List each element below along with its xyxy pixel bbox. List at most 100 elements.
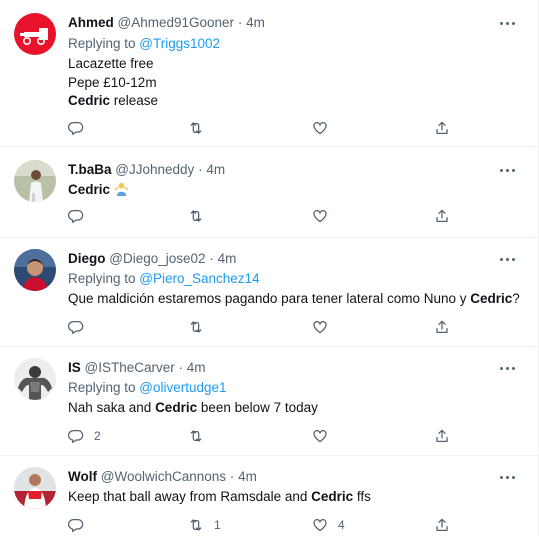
tweet-text: Keep that ball away from Ramsdale and Ce…	[68, 488, 519, 507]
tweet-header: Wolf @WoolwichCannons · 4m	[68, 468, 499, 486]
retweet-icon	[188, 428, 204, 444]
tweet-card[interactable]: IS @ISTheCarver · 4m Replying to @oliver…	[0, 347, 539, 456]
share-icon	[434, 120, 450, 136]
tweet-text: Que maldición estaremos pagando para ten…	[68, 290, 531, 309]
retweet-button[interactable]: 1	[188, 516, 221, 534]
tweet-header: IS @ISTheCarver · 4m	[68, 359, 499, 377]
share-button[interactable]	[434, 516, 450, 534]
reply-button[interactable]	[68, 516, 94, 534]
like-button[interactable]	[312, 207, 338, 225]
tweet-card[interactable]: T.baBa @JJohneddy · 4m Cedric	[0, 147, 539, 238]
share-button[interactable]	[434, 119, 450, 137]
heart-icon	[312, 208, 328, 224]
reply-button[interactable]: 2	[68, 427, 101, 445]
retweet-icon	[188, 120, 204, 136]
mention-link[interactable]: @Triggs1002	[139, 36, 220, 51]
timestamp[interactable]: 4m	[187, 360, 206, 375]
timestamp[interactable]: 4m	[238, 469, 257, 484]
like-button[interactable]	[312, 119, 338, 137]
separator-dot: ·	[229, 469, 235, 484]
highlight-keyword: Cedric	[311, 489, 354, 504]
display-name[interactable]: Ahmed	[68, 15, 114, 30]
avatar[interactable]	[14, 13, 56, 55]
tweet-card[interactable]: Wolf @WoolwichCannons · 4m Keep that bal…	[0, 456, 539, 536]
tweet-line: Que maldición estaremos pagando para ten…	[68, 290, 531, 309]
timestamp[interactable]: 4m	[246, 15, 265, 30]
replying-to-label: Replying to	[68, 380, 140, 395]
retweet-button[interactable]	[188, 318, 214, 336]
person-shrugging-emoji	[114, 181, 129, 202]
user-handle[interactable]: @Ahmed91Gooner	[118, 15, 235, 30]
tweet-line: Nah saka and Cedric been below 7 today	[68, 399, 519, 418]
action-bar	[68, 207, 458, 225]
user-handle[interactable]: @ISTheCarver	[85, 360, 175, 375]
more-icon[interactable]	[497, 250, 517, 268]
user-handle[interactable]: @WoolwichCannons	[101, 469, 226, 484]
tweet-card[interactable]: Ahmed @Ahmed91Gooner · 4m Replying to @T…	[0, 0, 539, 147]
avatar[interactable]	[14, 358, 56, 400]
avatar[interactable]	[14, 160, 56, 202]
user-handle[interactable]: @Diego_jose02	[109, 251, 205, 266]
mention-link[interactable]: @Piero_Sanchez14	[139, 271, 259, 286]
retweet-button[interactable]	[188, 119, 214, 137]
retweet-button[interactable]	[188, 207, 214, 225]
reply-button[interactable]	[68, 318, 94, 336]
share-icon	[434, 208, 450, 224]
separator-dot: ·	[237, 15, 243, 30]
replying-to-label: Replying to	[68, 36, 140, 51]
more-icon[interactable]	[497, 359, 517, 377]
separator-dot: ·	[209, 251, 214, 266]
avatar[interactable]	[14, 467, 56, 509]
text-span: Pepe £10-12m	[68, 74, 157, 90]
reply-icon	[68, 120, 84, 136]
reply-icon	[68, 319, 84, 335]
mention-link[interactable]: @olivertudge1	[139, 380, 226, 395]
display-name[interactable]: IS	[68, 360, 81, 375]
retweet-button[interactable]	[188, 427, 214, 445]
heart-icon	[312, 319, 328, 335]
action-bar	[68, 318, 458, 336]
display-name[interactable]: T.baBa	[68, 162, 112, 177]
tweet-header: T.baBa @JJohneddy · 4m	[68, 161, 499, 179]
more-icon[interactable]	[497, 14, 517, 32]
timestamp[interactable]: 4m	[218, 251, 237, 266]
retweet-icon	[188, 319, 204, 335]
like-button[interactable]	[312, 318, 338, 336]
tweet-line: Pepe £10-12m	[68, 74, 519, 93]
display-name[interactable]: Diego	[68, 251, 106, 266]
highlight-keyword: Cedric	[155, 400, 198, 415]
like-count: 4	[338, 518, 345, 532]
heart-icon	[312, 120, 328, 136]
reply-button[interactable]	[68, 207, 94, 225]
action-bar: 1 4	[68, 516, 458, 534]
timestamp[interactable]: 4m	[206, 162, 225, 177]
text-span: ?	[512, 291, 520, 306]
reply-button[interactable]	[68, 119, 94, 137]
tweet-text: Nah saka and Cedric been below 7 today	[68, 399, 519, 418]
more-icon[interactable]	[497, 468, 517, 486]
tweet-line: Cedric release	[68, 92, 519, 111]
tweet-card[interactable]: Diego @Diego_jose02 · 4m Replying to @Pi…	[0, 238, 539, 347]
action-bar: 2	[68, 427, 458, 445]
text-span: ffs	[353, 489, 371, 504]
share-icon	[434, 319, 450, 335]
like-button[interactable]	[312, 427, 338, 445]
share-button[interactable]	[434, 318, 450, 336]
share-button[interactable]	[434, 207, 450, 225]
retweet-count: 1	[214, 518, 221, 532]
display-name[interactable]: Wolf	[68, 469, 97, 484]
heart-icon	[312, 517, 328, 533]
avatar[interactable]	[14, 249, 56, 291]
reply-icon	[68, 517, 84, 533]
user-handle[interactable]: @JJohneddy	[115, 162, 194, 177]
share-button[interactable]	[434, 427, 450, 445]
text-span: release	[110, 93, 159, 108]
retweet-icon	[188, 517, 204, 533]
replying-to: Replying to @Piero_Sanchez14	[68, 270, 260, 288]
like-button[interactable]: 4	[312, 516, 345, 534]
action-bar	[68, 119, 458, 137]
tweet-header: Ahmed @Ahmed91Gooner · 4m	[68, 14, 499, 32]
text-span: Keep that ball away from Ramsdale and	[68, 489, 312, 504]
replying-to: Replying to @Triggs1002	[68, 35, 220, 53]
more-icon[interactable]	[497, 161, 517, 179]
